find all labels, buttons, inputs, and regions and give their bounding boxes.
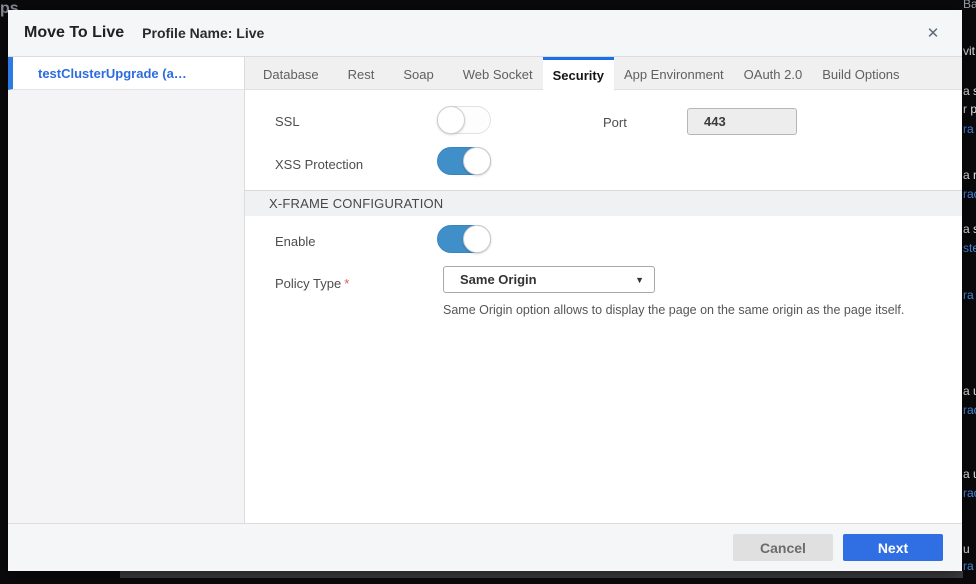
xframe-enable-label: Enable xyxy=(275,234,315,249)
cancel-button[interactable]: Cancel xyxy=(733,534,833,561)
background-text-fragment: ra xyxy=(963,122,974,136)
port-label: Port xyxy=(603,115,627,130)
ssl-toggle[interactable] xyxy=(437,106,491,134)
xframe-section-header: X-FRAME CONFIGURATION xyxy=(245,190,962,216)
security-tab-content: SSL Port XSS Protection X-FRAME CONFIGUR… xyxy=(245,90,962,523)
toggle-knob xyxy=(463,147,491,175)
background-text-fragment: a u xyxy=(963,384,976,398)
xss-protection-label: XSS Protection xyxy=(275,157,363,172)
tab-rest[interactable]: Rest xyxy=(338,57,385,89)
background-text-fragment: rac xyxy=(963,403,976,417)
background-text-fragment: u xyxy=(963,542,970,556)
policy-help-text: Same Origin option allows to display the… xyxy=(443,303,904,317)
tab-oauth2[interactable]: OAuth 2.0 xyxy=(734,57,813,89)
dialog-body: testClusterUpgrade (a… Database Rest Soa… xyxy=(8,57,962,523)
port-field[interactable] xyxy=(687,108,797,135)
xframe-section-title: X-FRAME CONFIGURATION xyxy=(269,196,443,211)
move-to-live-dialog: Move To Live Profile Name: Live ✕ testCl… xyxy=(8,10,962,571)
toggle-knob xyxy=(437,106,465,134)
background-text-fragment: ra xyxy=(963,559,974,573)
dialog-title: Move To Live xyxy=(24,24,124,42)
tab-security[interactable]: Security xyxy=(543,57,614,90)
background-text-fragment: ra xyxy=(963,288,974,302)
profile-name-label: Profile Name: Live xyxy=(142,25,264,41)
background-page-fragments: Bac vit a s r p ra a re rac a s ste ra a u rac a u ra… xyxy=(962,0,976,584)
dialog-footer: Cancel Next xyxy=(8,523,962,571)
sidebar-item-label: testClusterUpgrade (a… xyxy=(38,66,187,81)
policy-type-value: Same Origin xyxy=(460,272,537,287)
tab-app-environment[interactable]: App Environment xyxy=(614,57,734,89)
background-text-fragment: rac xyxy=(963,486,976,500)
xss-protection-toggle[interactable] xyxy=(437,147,491,175)
background-text-fragment: Bac xyxy=(963,0,976,11)
dialog-header: Move To Live Profile Name: Live ✕ xyxy=(8,10,962,57)
settings-pane: Database Rest Soap Web Socket Security A… xyxy=(245,57,962,523)
tab-database[interactable]: Database xyxy=(253,57,329,89)
background-text-fragment: rac xyxy=(963,187,976,201)
tab-build-options[interactable]: Build Options xyxy=(812,57,909,89)
sidebar-item-test-cluster-upgrade[interactable]: testClusterUpgrade (a… xyxy=(8,57,244,90)
background-text-fragment: a u xyxy=(963,467,976,481)
toggle-knob xyxy=(463,225,491,253)
background-strip xyxy=(120,571,963,578)
tab-soap[interactable]: Soap xyxy=(393,57,443,89)
close-icon[interactable]: ✕ xyxy=(920,20,946,46)
tab-web-socket[interactable]: Web Socket xyxy=(453,57,543,89)
policy-type-select[interactable]: Same Origin ▼ xyxy=(443,266,655,293)
background-text-fragment: a re xyxy=(963,168,976,182)
background-text-fragment: vit xyxy=(963,44,975,58)
background-text-fragment: a s xyxy=(963,222,976,236)
policy-type-label: Policy Type* xyxy=(275,276,349,291)
background-text-fragment: r p xyxy=(963,102,976,116)
required-asterisk: * xyxy=(344,276,349,291)
app-list-sidebar: testClusterUpgrade (a… xyxy=(8,57,245,523)
next-button[interactable]: Next xyxy=(843,534,943,561)
ssl-label: SSL xyxy=(275,114,300,129)
background-text-fragment: ste xyxy=(963,241,976,255)
xframe-enable-toggle[interactable] xyxy=(437,225,491,253)
settings-tabbar: Database Rest Soap Web Socket Security A… xyxy=(245,57,962,90)
background-text-fragment: a s xyxy=(963,84,976,98)
chevron-down-icon: ▼ xyxy=(635,275,644,285)
